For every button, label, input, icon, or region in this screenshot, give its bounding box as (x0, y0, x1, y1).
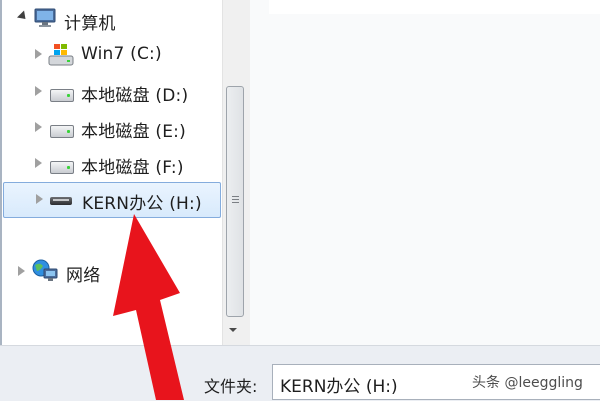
tree-item-drive-c[interactable]: Win7 (C:) (30, 37, 220, 71)
tree-item-label: Win7 (C:) (81, 44, 162, 64)
grip-line (232, 202, 239, 203)
expand-arrow-icon[interactable] (16, 10, 30, 23)
tree-item-label: 本地磁盘 (D:) (81, 86, 189, 106)
expand-arrow-icon[interactable] (35, 158, 42, 168)
content-header-area (269, 0, 600, 14)
expand-arrow-icon[interactable] (35, 122, 42, 132)
expand-arrow-icon[interactable] (18, 266, 25, 276)
scrollbar-thumb[interactable] (226, 86, 244, 317)
tree-item-drive-h[interactable]: KERN办公 (H:) (3, 182, 221, 218)
tree-item-label: 计算机 (64, 14, 116, 34)
windows-drive-icon (48, 42, 74, 70)
expand-arrow-icon[interactable] (36, 194, 43, 204)
window-edge (0, 0, 2, 345)
hard-drive-icon (50, 125, 74, 138)
hard-drive-icon (50, 161, 74, 174)
expand-arrow-icon[interactable] (35, 49, 42, 59)
tree-item-network[interactable]: 网络 (14, 254, 204, 288)
vertical-scrollbar[interactable] (222, 0, 247, 345)
watermark: 头条 @leeggling (472, 375, 583, 391)
tree-item-computer[interactable]: 计算机 (14, 2, 214, 36)
grip-line (232, 196, 239, 197)
content-pane[interactable] (249, 0, 600, 345)
network-icon (31, 259, 59, 287)
expand-arrow-icon[interactable] (35, 86, 42, 96)
tree-item-drive-f[interactable]: 本地磁盘 (F:) (30, 146, 220, 180)
tree-item-label: 网络 (66, 266, 101, 286)
tree-item-drive-e[interactable]: 本地磁盘 (E:) (30, 110, 220, 144)
tree-item-label: 本地磁盘 (F:) (81, 158, 184, 178)
usb-drive-icon (50, 197, 72, 205)
folder-label: 文件夹: (204, 377, 258, 396)
folder-input-value: KERN办公 (H:) (280, 377, 398, 397)
computer-icon (34, 8, 56, 32)
scroll-down-arrow-icon[interactable] (229, 328, 237, 332)
tree-item-drive-d[interactable]: 本地磁盘 (D:) (30, 74, 220, 108)
tree-item-label: 本地磁盘 (E:) (81, 122, 186, 142)
grip-line (232, 199, 239, 200)
tree-item-label: KERN办公 (H:) (82, 194, 202, 214)
hard-drive-icon (50, 89, 74, 102)
